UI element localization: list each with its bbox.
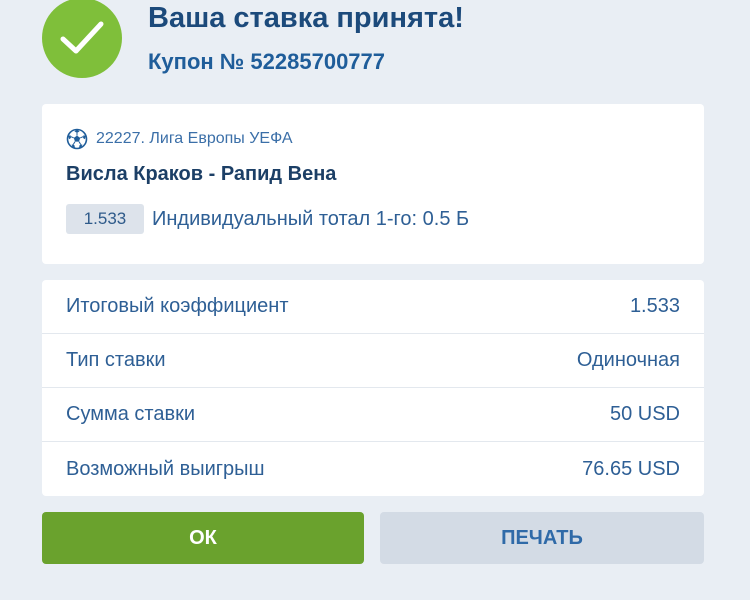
soccer-ball-icon: [66, 128, 88, 150]
event-card: 22227. Лига Европы УЕФА Висла Краков - Р…: [42, 104, 704, 264]
ok-button[interactable]: ОК: [42, 512, 364, 564]
summary-value: 50 USD: [609, 403, 680, 425]
bet-description: Индивидуальный тотал 1-го: 0.5 Б: [152, 207, 470, 230]
coupon-number: Купон № 52285700777: [148, 49, 386, 74]
summary-label: Сумма ставки: [66, 403, 196, 425]
summary-row-bet-type: Тип ставки Одиночная: [42, 334, 704, 388]
summary-label: Тип ставки: [66, 349, 166, 371]
summary-label: Возможный выигрыш: [66, 457, 265, 480]
odd-badge: 1.533: [66, 204, 144, 234]
summary-row-possible-win: Возможный выигрыш 76.65 USD: [42, 442, 704, 496]
bet-row: 1.533 Индивидуальный тотал 1-го: 0.5 Б: [66, 204, 469, 234]
summary-value: 1.533: [629, 295, 680, 317]
summary-value: Одиночная: [576, 349, 680, 371]
summary-row-total-odd: Итоговый коэффициент 1.533: [42, 280, 704, 334]
page-title: Ваша ставка принята!: [148, 2, 464, 34]
bet-summary: Итоговый коэффициент 1.533 Тип ставки Од…: [42, 280, 704, 496]
league-name: 22227. Лига Европы УЕФА: [96, 130, 293, 147]
summary-label: Итоговый коэффициент: [66, 295, 289, 317]
print-button[interactable]: ПЕЧАТЬ: [380, 512, 704, 564]
summary-row-stake: Сумма ставки 50 USD: [42, 388, 704, 442]
match-name: Висла Краков - Рапид Вена: [66, 163, 337, 185]
summary-value: 76.65 USD: [582, 457, 680, 480]
success-check-icon: [42, 0, 122, 78]
bet-accepted-header: Ваша ставка принята! Купон № 52285700777: [0, 0, 750, 90]
league-row: 22227. Лига Европы УЕФА: [66, 128, 293, 150]
